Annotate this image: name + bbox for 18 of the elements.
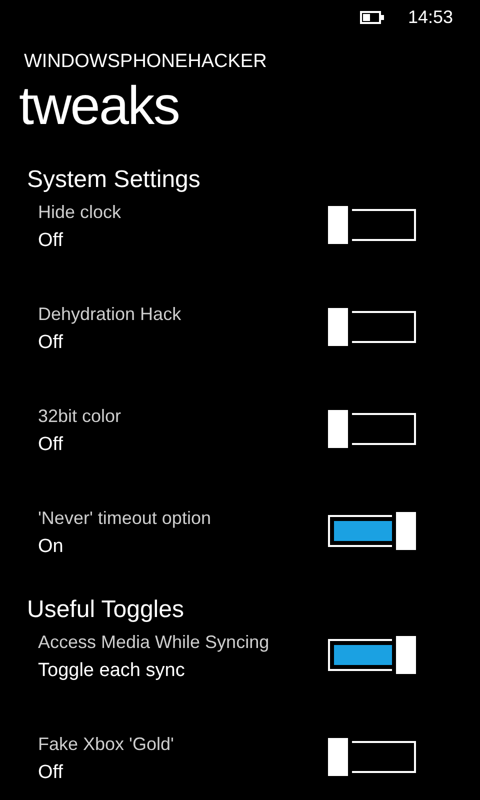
setting-value: Off: [38, 433, 64, 457]
setting-label: Access Media While Syncing: [38, 631, 270, 654]
page-title: tweaks: [19, 79, 180, 133]
setting-label: 32bit color: [38, 405, 122, 428]
clock-time: 14:53: [408, 6, 453, 28]
setting-value: Off: [38, 331, 64, 355]
setting-label: Fake Xbox 'Gold': [38, 733, 174, 756]
setting-label: Dehydration Hack: [38, 303, 182, 326]
section-title: System Settings: [27, 165, 202, 195]
setting-label: Hide clock: [38, 201, 122, 224]
section-title: Useful Toggles: [27, 595, 185, 625]
setting-value: Off: [38, 761, 64, 785]
app-title: WINDOWSPHONEHACKER: [24, 52, 268, 71]
setting-label: 'Never' timeout option: [38, 507, 211, 530]
battery-icon: [360, 10, 384, 24]
setting-value: On: [38, 535, 64, 559]
setting-value: Toggle each sync: [38, 659, 186, 683]
setting-value: Off: [38, 229, 64, 253]
